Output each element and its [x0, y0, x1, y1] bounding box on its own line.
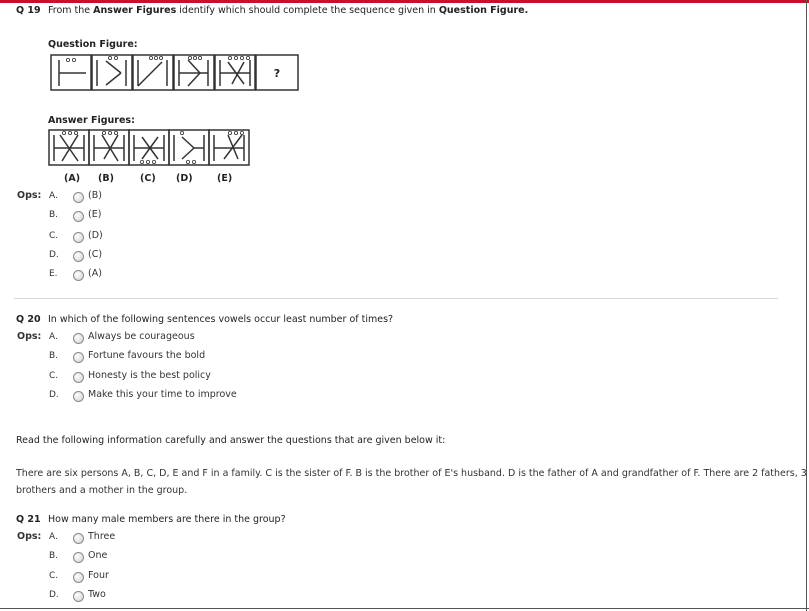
option-text[interactable]: Two [88, 589, 106, 600]
option-letter: B. [49, 351, 59, 361]
option-text[interactable]: Fortune favours the bold [88, 350, 205, 361]
top-accent-bar [0, 0, 809, 3]
section-divider [14, 298, 778, 299]
answer-figures-label: Answer Figures: [48, 115, 135, 126]
ops-label: Ops: [17, 190, 42, 201]
option-letter: C. [49, 371, 59, 381]
answer-label-a: (A) [64, 173, 81, 184]
option-text[interactable]: Honesty is the best policy [88, 370, 211, 381]
option-radio[interactable] [73, 572, 84, 583]
question-text: How many male members are there in the g… [48, 514, 286, 525]
option-letter: A. [49, 532, 58, 542]
option-text[interactable]: Three [88, 531, 115, 542]
passage-line: brothers and a mother in the group. [16, 485, 188, 496]
question-text-part: From the [48, 5, 94, 16]
option-text[interactable]: (C) [88, 249, 102, 260]
option-letter: B. [49, 551, 59, 561]
option-letter: D. [49, 390, 59, 400]
bottom-border [0, 608, 809, 609]
option-text[interactable]: (B) [88, 190, 102, 201]
answer-label-c: (C) [140, 173, 156, 184]
option-letter: D. [49, 590, 59, 600]
question-text: From the Answer Figures identify which s… [48, 5, 528, 16]
option-radio[interactable] [73, 232, 84, 243]
answer-label-b: (B) [98, 173, 114, 184]
option-text[interactable]: (A) [88, 268, 102, 279]
option-letter: C. [49, 231, 59, 241]
option-letter: A. [49, 191, 58, 201]
option-radio[interactable] [73, 352, 84, 363]
question-text-part: Question Figure. [438, 5, 529, 16]
option-radio[interactable] [73, 192, 84, 203]
ops-label: Ops: [17, 331, 42, 342]
option-radio[interactable] [73, 251, 84, 262]
option-letter: B. [49, 210, 59, 220]
passage-line: There are six persons A, B, C, D, E and … [16, 468, 807, 479]
option-text[interactable]: Make this your time to improve [88, 389, 237, 400]
option-radio[interactable] [73, 333, 84, 344]
option-radio[interactable] [73, 552, 84, 563]
question-figure-label: Question Figure: [48, 39, 138, 50]
option-text[interactable]: Four [88, 570, 109, 581]
question-text-part: Answer Figures [93, 5, 177, 16]
question-number: Q 19 [16, 5, 41, 16]
ops-label: Ops: [17, 531, 42, 542]
option-radio[interactable] [73, 391, 84, 402]
option-radio[interactable] [73, 533, 84, 544]
answer-label-d: (D) [176, 173, 193, 184]
option-text[interactable]: (E) [88, 209, 101, 220]
right-border [806, 0, 807, 611]
answer-label-e: (E) [217, 173, 233, 184]
option-text[interactable]: Always be courageous [88, 331, 195, 342]
question-text-part: identify which should complete the seque… [176, 5, 439, 16]
question-mark: ? [274, 67, 280, 80]
option-letter: A. [49, 332, 58, 342]
option-radio[interactable] [73, 372, 84, 383]
answer-figures-image [48, 129, 250, 166]
option-letter: D. [49, 250, 59, 260]
option-text[interactable]: One [88, 550, 107, 561]
option-radio[interactable] [73, 591, 84, 602]
option-letter: C. [49, 571, 59, 581]
question-number: Q 20 [16, 314, 41, 325]
option-letter: E. [49, 269, 58, 279]
question-figure-image: ? [50, 54, 299, 91]
question-text: In which of the following sentences vowe… [48, 314, 394, 325]
option-radio[interactable] [73, 270, 84, 281]
instructions-text: Read the following information carefully… [16, 435, 446, 446]
option-radio[interactable] [73, 211, 84, 222]
question-number: Q 21 [16, 514, 41, 525]
option-text[interactable]: (D) [88, 230, 103, 241]
